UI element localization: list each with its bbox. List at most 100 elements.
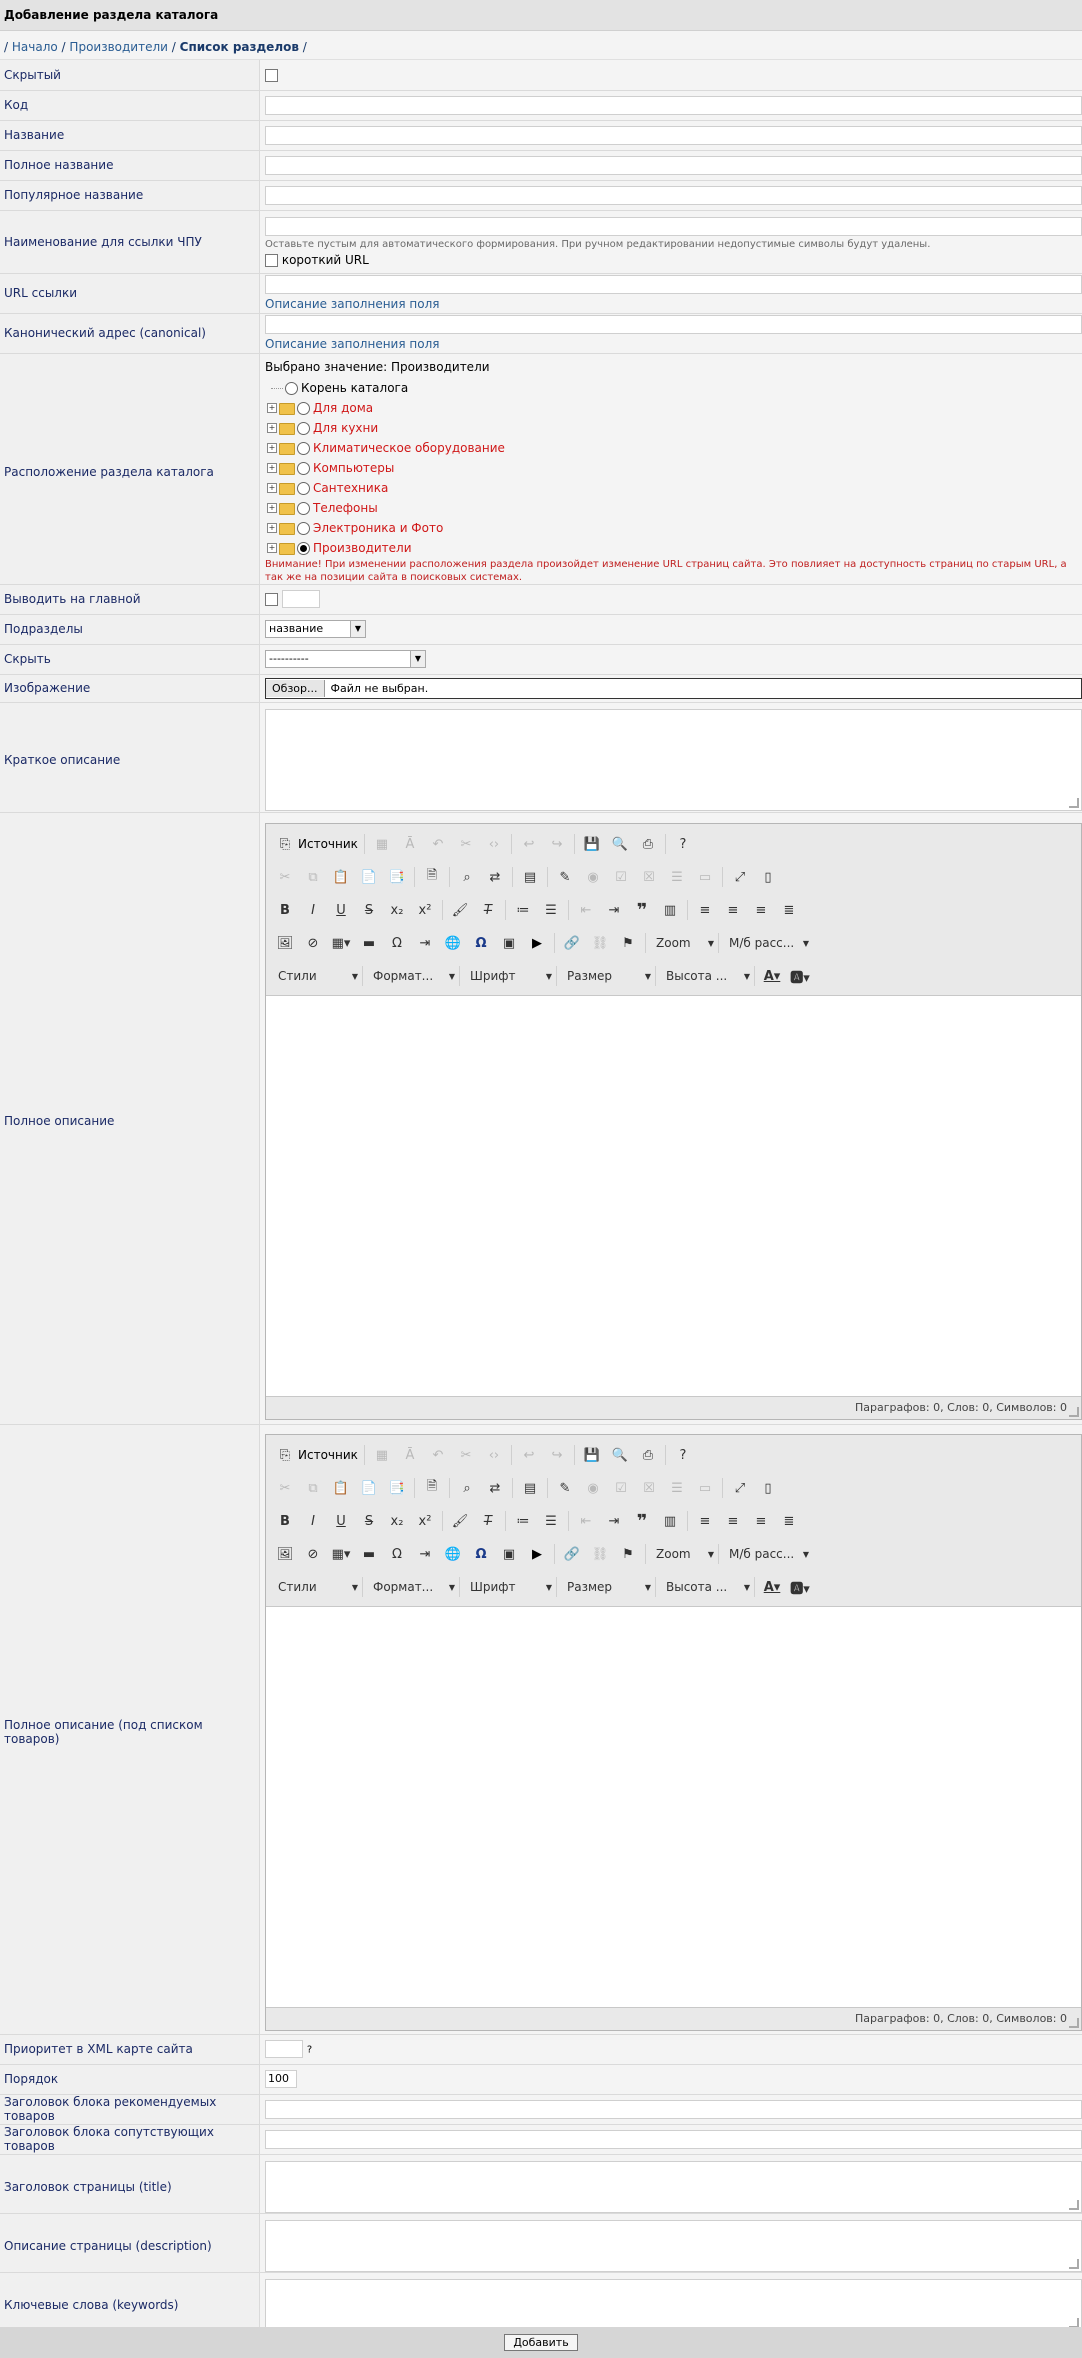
align-right-icon[interactable]: ≡	[750, 899, 772, 921]
format-combo[interactable]: Формат... ▼	[369, 966, 460, 986]
tree-item[interactable]: Телефоны	[313, 498, 378, 518]
recommended-input[interactable]	[265, 2099, 1082, 2119]
spacing-combo[interactable]: М/б расс... ▼	[725, 1544, 813, 1564]
undo-format-icon[interactable]: ↶	[427, 833, 449, 855]
full-desc-editor[interactable]: ⎘ Источник ▦ Ā ↶ ✂ ‹› ↩ ↪ 💾 🔍 ⎙ ? ✂ ⧉ 📋 📄 📑 🗎	[265, 822, 1082, 1420]
text-color-icon[interactable]: A▾	[761, 965, 783, 987]
bg-color-icon[interactable]: 🅰▾	[789, 1576, 811, 1598]
template-icon[interactable]: ▦	[371, 1444, 393, 1466]
special-char-icon[interactable]: Ω	[386, 932, 408, 954]
tree-item[interactable]: Электроника и Фото	[313, 518, 443, 538]
expand-icon[interactable]: +	[267, 482, 277, 493]
size-combo[interactable]: Размер ▼	[563, 966, 656, 986]
bold-icon[interactable]: B	[274, 1510, 296, 1532]
paste-icon[interactable]: 📋	[330, 1477, 352, 1499]
copy-format-icon[interactable]: 🖌	[449, 899, 471, 921]
copy-icon[interactable]: ⧉	[302, 1477, 324, 1499]
outdent-icon[interactable]: ⇤	[575, 1510, 597, 1532]
superscript-icon[interactable]: x²	[414, 1510, 436, 1532]
breadcrumb-current[interactable]: Список разделов	[180, 40, 299, 54]
align-right-icon[interactable]: ≡	[750, 1510, 772, 1532]
tree-item[interactable]: Производители	[313, 538, 412, 558]
preview-icon[interactable]: 🔍	[609, 1444, 631, 1466]
editor-content[interactable]	[266, 1606, 1081, 2007]
cut-icon[interactable]: ✂	[274, 1477, 296, 1499]
radio-root[interactable]	[285, 381, 298, 395]
image-icon[interactable]: 🖼	[274, 1543, 296, 1565]
align-justify-icon[interactable]: ≣	[778, 899, 800, 921]
bg-color-icon[interactable]: 🅰▾	[789, 965, 811, 987]
document-icon[interactable]: 🗎	[421, 866, 443, 888]
editor-content[interactable]	[266, 995, 1081, 1396]
select-all-icon[interactable]: ▤	[519, 1477, 541, 1499]
resize-grip-icon[interactable]	[1069, 2017, 1079, 2028]
print-icon[interactable]: ⎙	[637, 1444, 659, 1466]
paste-word-icon[interactable]: 📑	[386, 866, 408, 888]
indent-icon[interactable]: ⇥	[603, 899, 625, 921]
code-input[interactable]	[265, 95, 1082, 115]
radio-item[interactable]	[297, 461, 310, 475]
page-break-icon[interactable]: ⇥	[414, 932, 436, 954]
breadcrumb-home[interactable]: Начало	[12, 40, 58, 54]
source-button[interactable]: ⎘ Источник	[274, 1444, 358, 1466]
select-icon[interactable]: ☰	[666, 866, 688, 888]
underline-icon[interactable]: U	[330, 1510, 352, 1532]
select-all-icon[interactable]: ▤	[519, 866, 541, 888]
form-icon[interactable]: ✎	[554, 1477, 576, 1499]
omega-icon[interactable]: Ω	[470, 1543, 492, 1565]
zoom-combo[interactable]: Zoom ▼	[652, 1544, 719, 1564]
on-main-input[interactable]	[281, 590, 320, 608]
align-left-icon[interactable]: ≡	[694, 1510, 716, 1532]
line-height-combo[interactable]: Высота ... ▼	[662, 966, 755, 986]
outdent-icon[interactable]: ⇤	[575, 899, 597, 921]
div-icon[interactable]: ▥	[659, 899, 681, 921]
bullet-list-icon[interactable]: ☰	[540, 899, 562, 921]
radio-item[interactable]	[297, 441, 310, 455]
anchor-icon[interactable]: ⚑	[617, 932, 639, 954]
superscript-icon[interactable]: x²	[414, 899, 436, 921]
numbered-list-icon[interactable]: ≔	[512, 899, 534, 921]
resize-grip-icon[interactable]	[1069, 2258, 1079, 2269]
font-combo[interactable]: Шрифт ▼	[466, 1577, 557, 1597]
subscript-icon[interactable]: x₂	[386, 1510, 408, 1532]
save-icon[interactable]: 💾	[581, 1444, 603, 1466]
radio-item-selected[interactable]	[297, 541, 310, 555]
page-break-icon[interactable]: ⇥	[414, 1543, 436, 1565]
code-icon[interactable]: ‹›	[483, 833, 505, 855]
omega-icon[interactable]: Ω	[470, 932, 492, 954]
align-justify-icon[interactable]: ≣	[778, 1510, 800, 1532]
browse-button[interactable]: Обзор...	[266, 679, 325, 697]
print-icon[interactable]: ⎙	[637, 833, 659, 855]
help-icon[interactable]: ?	[672, 833, 694, 855]
expand-icon[interactable]: +	[267, 502, 277, 513]
button-icon[interactable]: ▭	[694, 866, 716, 888]
line-height-combo[interactable]: Высота ... ▼	[662, 1577, 755, 1597]
tree-item[interactable]: Сантехника	[313, 478, 388, 498]
hidden-checkbox[interactable]	[265, 68, 278, 82]
checkbox-icon[interactable]: ☑	[610, 866, 632, 888]
paste-text-icon[interactable]: 📄	[358, 866, 380, 888]
paste-word-icon[interactable]: 📑	[386, 1477, 408, 1499]
align-center-icon[interactable]: ≡	[722, 899, 744, 921]
keywords-textarea[interactable]	[265, 2278, 1082, 2331]
undo-icon[interactable]: ↩	[518, 1444, 540, 1466]
remove-format-icon[interactable]: T̶	[477, 1510, 499, 1532]
bullet-list-icon[interactable]: ☰	[540, 1510, 562, 1532]
on-main-checkbox[interactable]	[265, 592, 278, 606]
related-input[interactable]	[265, 2129, 1082, 2149]
clean-format-icon[interactable]: Ā	[399, 833, 421, 855]
tree-item[interactable]: Климатическое оборудование	[313, 438, 505, 458]
url-fill-desc-link[interactable]: Описание заполнения поля	[265, 297, 1078, 311]
unlink-icon[interactable]: ✂	[455, 1444, 477, 1466]
spacing-combo[interactable]: М/б расс... ▼	[725, 933, 813, 953]
copy-format-icon[interactable]: 🖌	[449, 1510, 471, 1532]
table-icon[interactable]: ▦▾	[330, 932, 352, 954]
youtube-icon[interactable]: ▶	[526, 932, 548, 954]
tree-item[interactable]: Для кухни	[313, 418, 378, 438]
maximize-icon[interactable]: ⤢	[729, 1477, 751, 1499]
subscript-icon[interactable]: x₂	[386, 899, 408, 921]
styles-combo[interactable]: Стили ▼	[274, 966, 363, 986]
xml-priority-input[interactable]	[265, 2040, 303, 2058]
anchor-icon[interactable]: ⚑	[617, 1543, 639, 1565]
blockquote-icon[interactable]: ❞	[631, 899, 653, 921]
